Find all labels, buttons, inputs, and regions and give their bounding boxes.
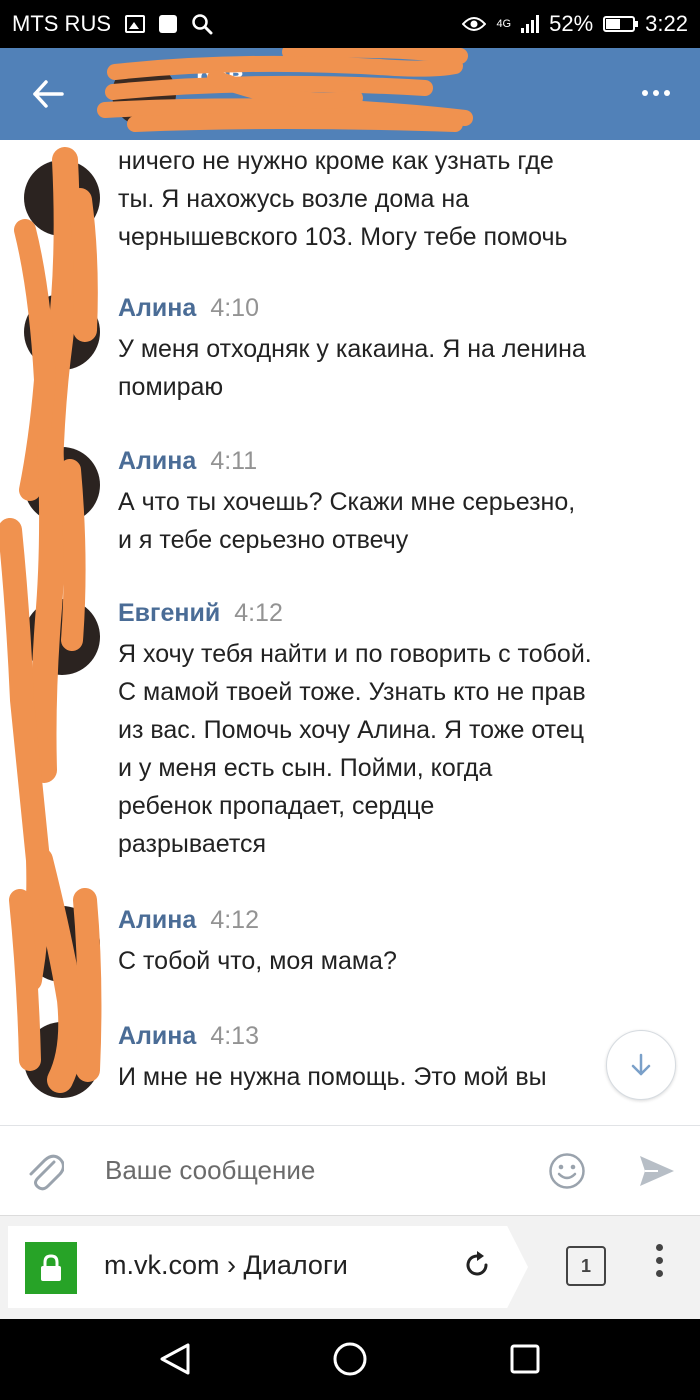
scroll-down-button[interactable]: [606, 1030, 676, 1100]
message-composer: [0, 1125, 700, 1215]
browser-toolbar: m.vk.com › Диалоги 1: [0, 1215, 700, 1319]
message-time: 4:12: [234, 599, 283, 627]
message-meta: Евгений 4:12: [118, 599, 283, 628]
lock-icon[interactable]: [25, 1242, 77, 1294]
status-bar: MTS RUS 4G 52% 3:22: [0, 0, 700, 48]
message-input[interactable]: [105, 1148, 525, 1192]
message-meta: Алина 4:12: [118, 906, 259, 935]
battery-icon: [603, 16, 639, 32]
tabs-count-button[interactable]: 1: [566, 1246, 606, 1286]
arrow-left-icon[interactable]: [30, 76, 66, 112]
message-text: Я хочу тебя найти и по говорить с тобой.…: [118, 640, 592, 858]
message-meta: Алина 4:13: [118, 1022, 259, 1051]
message-meta: Алина 4:11: [118, 447, 257, 476]
message-author[interactable]: Евгений: [118, 599, 220, 627]
signal-icon: [521, 15, 540, 33]
message-text: У меня отходняк у какаина. Я на ленина п…: [118, 335, 586, 401]
battery-percent: 52%: [549, 11, 594, 36]
message-author[interactable]: Алина: [118, 1022, 196, 1050]
message-text: А что ты хочешь? Скажи мне серьезно, и я…: [118, 488, 576, 554]
message-text: И мне не нужна помощь. Это мой вы: [118, 1063, 547, 1091]
search-icon: [192, 14, 213, 35]
message-text: С тобой что, моя мама?: [118, 947, 397, 975]
url-text[interactable]: m.vk.com › Диалоги: [104, 1250, 348, 1281]
image-icon: [125, 15, 145, 33]
message-author[interactable]: Алина: [118, 447, 196, 475]
message-author[interactable]: Алина: [118, 294, 196, 322]
message-text: ничего не нужно кроме как узнать где ты.…: [118, 147, 568, 251]
system-nav-bar: [0, 1319, 700, 1400]
reload-icon[interactable]: [460, 1248, 494, 1282]
message-time: 4:13: [210, 1022, 259, 1050]
redaction-scribble: [97, 48, 473, 132]
message-author[interactable]: Алина: [118, 906, 196, 934]
clock: 3:22: [645, 11, 688, 36]
home-circle-icon[interactable]: [330, 1339, 370, 1379]
message-time: 4:10: [210, 294, 259, 322]
chat-header: ров: [0, 48, 700, 140]
recents-square-icon[interactable]: [505, 1339, 545, 1379]
network-type-label: 4G: [496, 18, 512, 30]
redaction-scribble: [0, 147, 102, 1093]
eye-icon: [462, 17, 487, 31]
message-meta: Алина 4:10: [118, 294, 259, 323]
more-dots-icon[interactable]: [642, 90, 670, 96]
paperclip-icon[interactable]: [24, 1148, 64, 1192]
smiley-icon[interactable]: [548, 1152, 586, 1190]
vertical-dots-icon[interactable]: [656, 1244, 663, 1277]
send-icon[interactable]: [638, 1152, 676, 1190]
square-notification-icon: [159, 15, 177, 33]
address-bar[interactable]: m.vk.com › Диалоги: [8, 1226, 528, 1308]
arrow-down-icon: [631, 1053, 651, 1076]
battery-fill: [606, 19, 620, 29]
message-time: 4:12: [210, 906, 259, 934]
message-time: 4:11: [210, 447, 258, 475]
carrier-label: MTS RUS: [12, 11, 111, 36]
back-triangle-icon[interactable]: [156, 1339, 196, 1379]
